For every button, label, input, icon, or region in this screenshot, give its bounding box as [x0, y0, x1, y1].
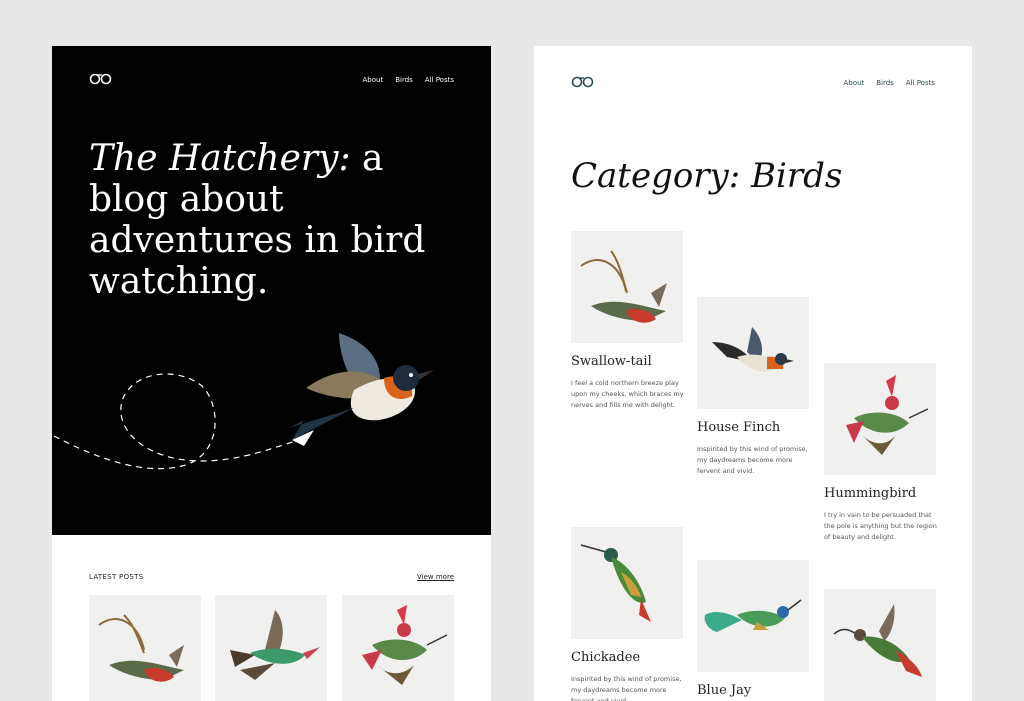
post-title-house-finch[interactable]: House Finch	[697, 420, 780, 435]
latest-post-thumbnail-1[interactable]	[89, 595, 201, 701]
post-title-blue-jay[interactable]: Blue Jay	[697, 683, 751, 698]
post-thumbnail-chickadee[interactable]	[571, 527, 683, 639]
post-thumbnail-house-finch[interactable]	[697, 297, 809, 409]
logo-glasses-icon[interactable]	[89, 73, 113, 85]
dashed-flight-path	[53, 373, 298, 470]
nav-birds[interactable]: Birds	[395, 76, 413, 84]
nav-about[interactable]: About	[363, 76, 384, 84]
post-title-swallow-tail[interactable]: Swallow-tail	[571, 354, 652, 369]
category-page-preview: About Birds All Posts Category: Birds Sw…	[534, 46, 972, 701]
nav-birds[interactable]: Birds	[876, 79, 894, 87]
view-more-link[interactable]: View more	[417, 573, 454, 581]
category-title: Category: Birds	[571, 156, 843, 196]
post-title-hummingbird[interactable]: Hummingbird	[824, 486, 916, 501]
chickadee-bird-illustration	[580, 544, 651, 622]
latest-post-thumbnail-2[interactable]	[215, 595, 327, 701]
main-nav: About Birds All Posts	[363, 76, 455, 84]
green-hummingbird-illustration	[230, 610, 320, 680]
hero-section: About Birds All Posts The Hatchery: a bl…	[52, 46, 491, 535]
hero-title-italic: The Hatchery:	[89, 138, 351, 179]
post-excerpt-house-finch: Inspirited by this wind of promise, my d…	[697, 445, 808, 475]
hero-bird-illustration	[289, 333, 434, 446]
post-excerpt-chickadee: Inspirited by this wind of promise, my d…	[571, 675, 682, 701]
latest-posts-heading: LATEST POSTS	[89, 573, 144, 581]
post-excerpt-hummingbird: I try in vain to be persuaded that the p…	[824, 511, 937, 541]
post-thumbnail-hummingbird[interactable]	[824, 363, 936, 475]
swallow-tail-bird-illustration	[580, 250, 667, 323]
nav-about[interactable]: About	[844, 79, 865, 87]
nav-all-posts[interactable]: All Posts	[425, 76, 454, 84]
crested-hummingbird-illustration	[362, 605, 448, 685]
blue-jay-bird-illustration	[704, 599, 802, 632]
house-finch-bird-illustration	[712, 327, 794, 372]
crested-hummingbird-illustration	[846, 375, 929, 455]
latest-post-thumbnail-3[interactable]	[342, 595, 454, 701]
blog-home-preview: About Birds All Posts The Hatchery: a bl…	[52, 46, 491, 701]
post-thumbnail-blue-jay[interactable]	[697, 560, 809, 672]
hero-title: The Hatchery: a blog about adventures in…	[89, 138, 449, 302]
post-thumbnail-swallow-tail[interactable]	[571, 231, 683, 343]
post-excerpt-swallow-tail: I feel a cold northern breeze play upon …	[571, 379, 684, 409]
post-thumbnail-6[interactable]	[824, 589, 936, 701]
swallow-tail-bird-illustration	[98, 614, 184, 682]
nav-all-posts[interactable]: All Posts	[906, 79, 935, 87]
main-nav: About Birds All Posts	[844, 79, 936, 87]
logo-glasses-icon[interactable]	[571, 76, 595, 88]
post-title-chickadee[interactable]: Chickadee	[571, 650, 640, 665]
hummingbird-illustration	[833, 604, 922, 677]
